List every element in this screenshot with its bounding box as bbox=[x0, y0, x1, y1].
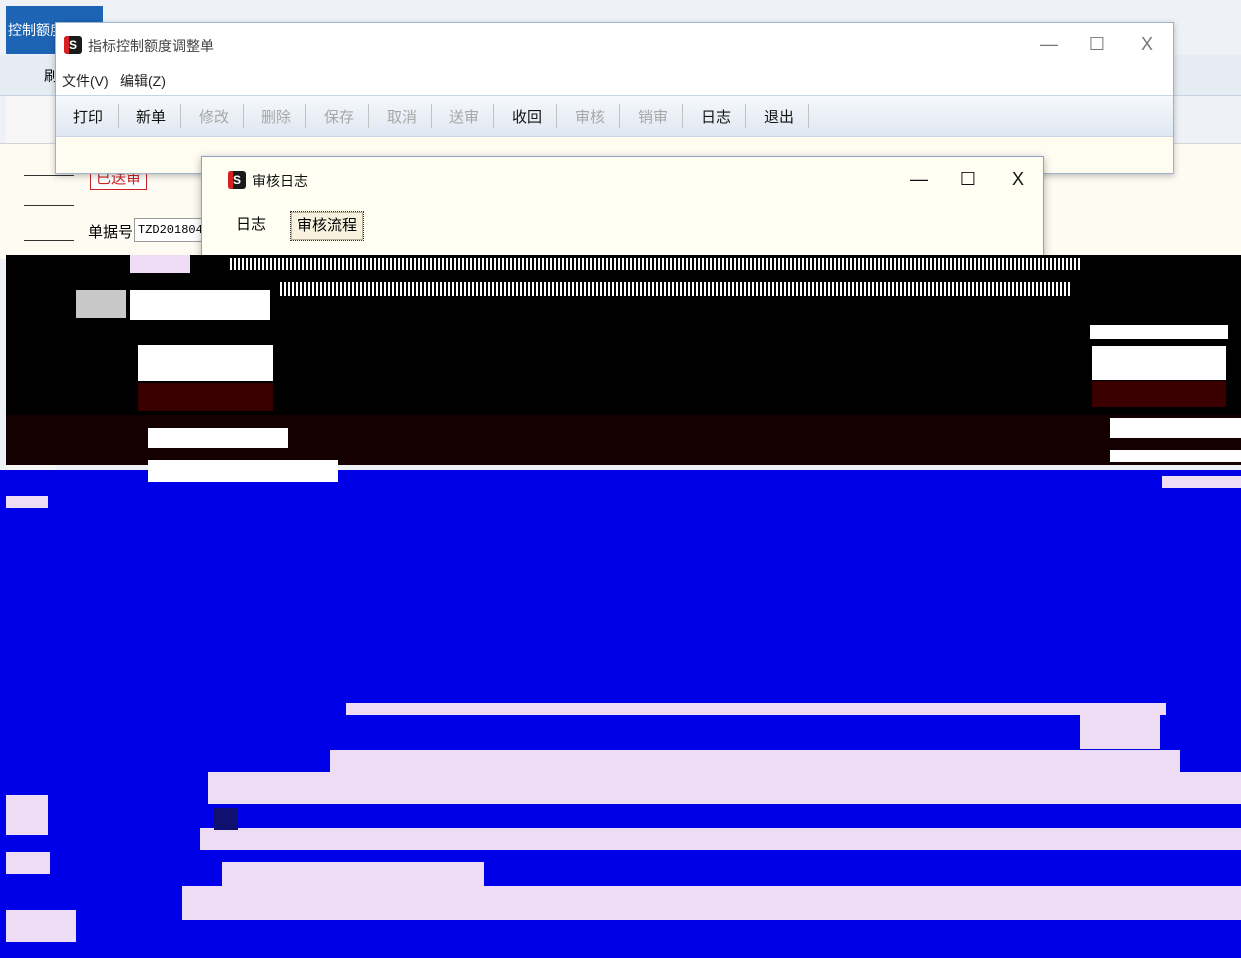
render-artifact bbox=[6, 795, 48, 835]
render-artifact bbox=[1162, 476, 1241, 488]
recall-button[interactable]: 收回 bbox=[512, 106, 542, 127]
toolbar-separator bbox=[243, 104, 244, 128]
menu-file[interactable]: 文件(V) bbox=[62, 71, 109, 91]
render-artifact bbox=[6, 852, 50, 874]
render-artifact bbox=[346, 703, 1166, 715]
maximize-button[interactable]: ☐ bbox=[1077, 29, 1117, 59]
window-title: 指标控制额度调整单 bbox=[88, 38, 214, 54]
toolbar-separator bbox=[808, 104, 809, 128]
render-artifact bbox=[280, 282, 1070, 296]
toolbar-separator bbox=[118, 104, 119, 128]
minimize-button[interactable]: — bbox=[1029, 29, 1069, 59]
tab-audit-flow[interactable]: 审核流程 bbox=[290, 211, 365, 241]
render-artifact bbox=[230, 258, 1080, 270]
render-artifact bbox=[6, 910, 76, 942]
render-artifact bbox=[138, 383, 273, 411]
form-line bbox=[24, 240, 74, 241]
toolbar-separator bbox=[619, 104, 620, 128]
render-artifact bbox=[1110, 418, 1241, 438]
render-artifact bbox=[130, 290, 270, 320]
bill-no-label: 单据号 bbox=[88, 224, 134, 241]
log-button[interactable]: 日志 bbox=[701, 106, 731, 127]
render-artifact bbox=[138, 345, 273, 381]
window-titlebar[interactable]: S 指标控制额度调整单 — ☐ X bbox=[56, 23, 1173, 67]
app-logo-icon: S bbox=[228, 171, 246, 189]
submit-button[interactable]: 送审 bbox=[449, 106, 479, 127]
toolbar-separator bbox=[368, 104, 369, 128]
toolbar-separator bbox=[682, 104, 683, 128]
menu-bar: 文件(V) 编辑(Z) bbox=[56, 67, 1173, 95]
render-artifact bbox=[200, 828, 1241, 850]
print-button[interactable]: 打印 bbox=[73, 106, 103, 127]
app-logo-icon: S bbox=[64, 36, 82, 54]
render-artifact bbox=[148, 460, 338, 482]
dialog-titlebar[interactable]: S 审核日志 — ☐ X bbox=[202, 157, 1043, 201]
render-artifact bbox=[208, 772, 1241, 794]
render-artifact bbox=[1110, 450, 1241, 462]
render-artifact bbox=[76, 290, 126, 318]
render-artifact bbox=[6, 496, 48, 508]
render-artifact bbox=[208, 794, 1241, 804]
close-button[interactable]: X bbox=[998, 164, 1038, 194]
render-artifact bbox=[1092, 346, 1226, 380]
render-artifact bbox=[214, 808, 238, 830]
render-artifact bbox=[1090, 325, 1228, 339]
toolbar-separator bbox=[493, 104, 494, 128]
audit-log-dialog: S 审核日志 — ☐ X 日志 审核流程 bbox=[201, 156, 1044, 258]
menu-edit[interactable]: 编辑(Z) bbox=[120, 71, 166, 91]
delete-button[interactable]: 删除 bbox=[261, 106, 291, 127]
toolbar-separator bbox=[180, 104, 181, 128]
close-button[interactable]: X bbox=[1127, 29, 1167, 59]
render-artifact bbox=[1080, 715, 1160, 749]
toolbar-separator bbox=[305, 104, 306, 128]
maximize-button[interactable]: ☐ bbox=[948, 164, 988, 194]
render-artifact bbox=[182, 886, 1241, 920]
render-artifact bbox=[222, 862, 484, 886]
render-artifact bbox=[148, 428, 288, 448]
toolbar-separator bbox=[745, 104, 746, 128]
adjustment-window: S 指标控制额度调整单 — ☐ X 文件(V) 编辑(Z) 打印 新单 修改 删… bbox=[55, 22, 1174, 174]
render-artifact bbox=[1092, 381, 1226, 407]
approve-button[interactable]: 审核 bbox=[575, 106, 605, 127]
exit-button[interactable]: 退出 bbox=[764, 106, 794, 127]
form-line bbox=[24, 175, 74, 176]
new-button[interactable]: 新单 bbox=[136, 106, 166, 127]
unapprove-button[interactable]: 销审 bbox=[638, 106, 668, 127]
toolbar-separator bbox=[556, 104, 557, 128]
cancel-button[interactable]: 取消 bbox=[387, 106, 417, 127]
minimize-button[interactable]: — bbox=[899, 164, 939, 194]
render-artifact bbox=[130, 255, 190, 273]
modify-button[interactable]: 修改 bbox=[199, 106, 229, 127]
tab-log[interactable]: 日志 bbox=[230, 211, 272, 239]
form-line bbox=[24, 205, 74, 206]
dialog-title: 审核日志 bbox=[252, 173, 308, 189]
toolbar: 打印 新单 修改 删除 保存 取消 送审 收回 审核 销审 日志 退出 bbox=[56, 95, 1173, 137]
toolbar-separator bbox=[431, 104, 432, 128]
save-button[interactable]: 保存 bbox=[324, 106, 354, 127]
